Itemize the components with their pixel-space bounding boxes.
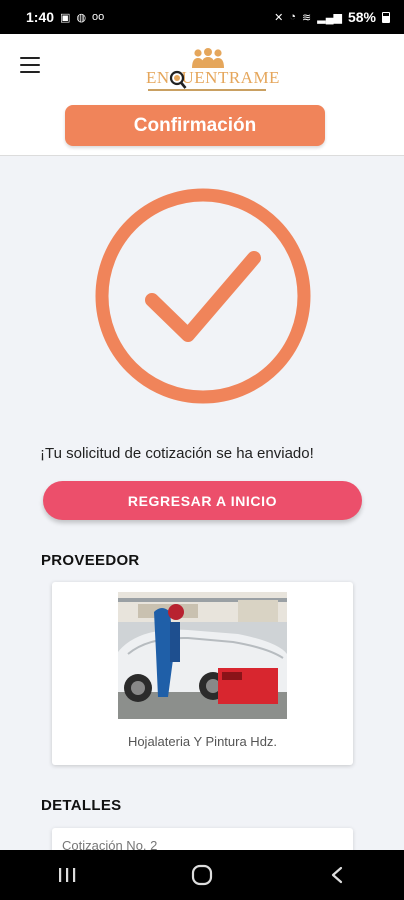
battery-icon: [382, 11, 390, 23]
provider-section-title: PROVEEDOR: [41, 552, 140, 569]
magnifier-icon: [169, 70, 187, 89]
image-icon: ▣: [60, 11, 71, 24]
back-to-home-button[interactable]: REGRESAR A INICIO: [43, 481, 362, 520]
status-bar: 1:40 ▣ ◍ oo ✕ ◔ ≋ ▂▄▆ 58%: [0, 0, 404, 34]
page-title: Confirmación: [65, 105, 325, 146]
alarm-icon: ◔: [289, 11, 297, 23]
provider-card[interactable]: Hojalateria Y Pintura Hdz.: [52, 582, 353, 765]
app-header: ENCUENTRAME Confirmación: [0, 34, 404, 156]
logo-text: ENCUENTRAME: [146, 68, 280, 87]
logo-underline: [148, 89, 266, 91]
home-icon[interactable]: [172, 860, 232, 890]
provider-name: Hojalateria Y Pintura Hdz.: [127, 734, 278, 749]
voicemail-icon: oo: [92, 11, 105, 23]
details-section-title: DETALLES: [41, 797, 122, 814]
recents-icon[interactable]: [37, 860, 97, 890]
status-right: ✕ ◔ ≋ ▂▄▆ 58%: [274, 9, 390, 25]
mute-icon: ✕: [274, 11, 284, 24]
app-logo: ENCUENTRAME: [146, 48, 280, 94]
hamburger-menu-icon[interactable]: [20, 57, 40, 73]
provider-image: [118, 592, 287, 719]
people-icon: [192, 48, 224, 68]
signal-icon: ▂▄▆: [317, 11, 342, 24]
system-nav-bar: [0, 850, 404, 900]
status-time: 1:40: [26, 9, 55, 25]
back-icon[interactable]: [307, 860, 367, 890]
whatsapp-icon: ◍: [76, 11, 87, 24]
wifi-icon: ≋: [302, 11, 312, 24]
confirmation-message: ¡Tu solicitud de cotización se ha enviad…: [40, 445, 314, 462]
status-left: 1:40 ▣ ◍ oo: [26, 9, 104, 25]
battery-percent: 58%: [347, 9, 376, 25]
check-circle-icon: [95, 188, 311, 404]
